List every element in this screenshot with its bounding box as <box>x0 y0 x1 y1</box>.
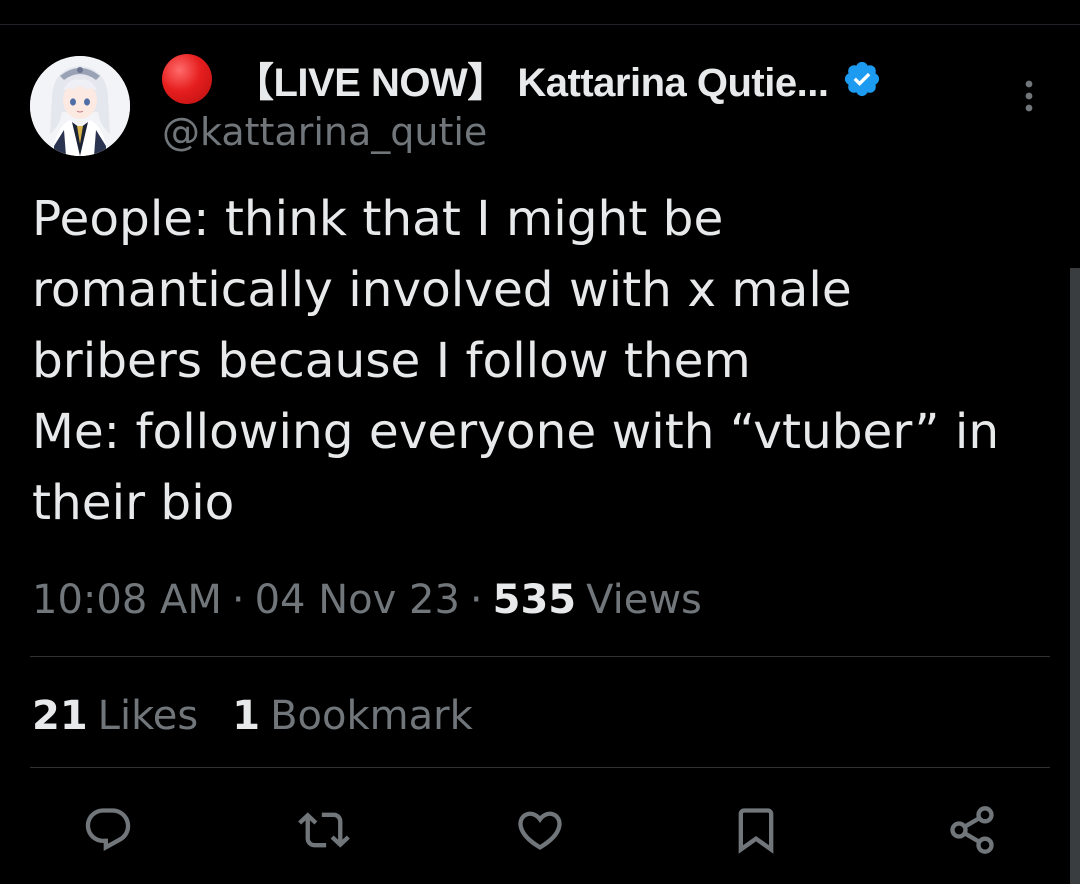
verified-badge-icon <box>842 59 882 99</box>
scrollbar-thumb[interactable] <box>1070 268 1080 884</box>
author-name-row[interactable]: 【LIVE NOW】 Kattarina Qutie... <box>162 52 882 106</box>
separator: · <box>231 577 245 623</box>
divider <box>30 656 1050 657</box>
reply-icon[interactable] <box>82 804 134 856</box>
views-count[interactable]: 535 <box>493 577 577 623</box>
action-bar <box>0 800 1080 860</box>
separator: · <box>469 577 483 623</box>
views-label[interactable]: Views <box>586 577 702 623</box>
bookmarks-label: Bookmark <box>270 693 473 739</box>
bookmarks-stat[interactable]: 1 Bookmark <box>232 693 472 739</box>
bookmarks-count: 1 <box>232 693 261 739</box>
more-options-icon[interactable] <box>1014 76 1044 116</box>
tweet-time[interactable]: 10:08 AM <box>32 577 222 623</box>
likes-label: Likes <box>97 693 199 739</box>
likes-count: 21 <box>32 693 88 739</box>
author-handle[interactable]: @kattarina_qutie <box>162 110 487 154</box>
divider <box>30 767 1050 768</box>
likes-stat[interactable]: 21 Likes <box>32 693 198 739</box>
share-icon[interactable] <box>946 804 998 856</box>
engagement-stats: 21 Likes 1 Bookmark <box>32 688 507 744</box>
heart-icon[interactable] <box>514 804 566 856</box>
tweet-text: People: think that I might be romantical… <box>32 191 1000 531</box>
retweet-icon[interactable] <box>298 804 350 856</box>
avatar[interactable] <box>30 56 130 156</box>
display-name[interactable]: 【LIVE NOW】 Kattarina Qutie... <box>234 50 829 108</box>
top-divider <box>0 24 1080 25</box>
bookmark-icon[interactable] <box>730 804 782 856</box>
tweet-date[interactable]: 04 Nov 23 <box>255 577 460 623</box>
tweet-metadata: 10:08 AM · 04 Nov 23 · 535 Views <box>32 572 702 628</box>
live-indicator-icon <box>162 54 212 104</box>
